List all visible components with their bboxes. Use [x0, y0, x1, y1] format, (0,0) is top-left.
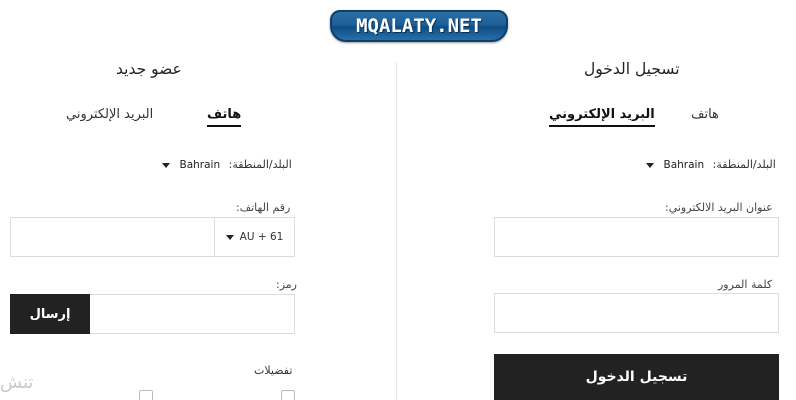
- tab-login-phone[interactable]: هاتف: [691, 107, 719, 122]
- tab-register-phone[interactable]: هاتف: [207, 107, 242, 127]
- caret-down-icon: [225, 234, 234, 240]
- login-region-label: البلد/المنطقة:: [712, 158, 776, 171]
- register-region-label: البلد/المنطقة:: [228, 158, 292, 171]
- login-region-select[interactable]: البلد/المنطقة: Bahrain: [646, 158, 776, 171]
- register-code-label: رمز:: [276, 278, 297, 291]
- caret-down-icon: [646, 162, 654, 168]
- login-email-field[interactable]: [494, 217, 779, 257]
- login-password-label: كلمة المرور: [718, 278, 773, 291]
- register-phone-input[interactable]: [11, 218, 215, 256]
- register-title: عضو جديد: [116, 60, 182, 78]
- login-region-value: Bahrain: [663, 159, 705, 171]
- tab-register-email[interactable]: البريد الإلكتروني: [66, 107, 153, 122]
- login-title: تسجيل الدخول: [584, 60, 680, 78]
- column-divider: [396, 62, 397, 400]
- login-email-input[interactable]: [495, 218, 778, 256]
- register-region-select[interactable]: البلد/المنطقة: Bahrain: [162, 158, 292, 171]
- login-password-input[interactable]: [495, 294, 778, 332]
- send-code-button[interactable]: إرسال: [10, 294, 90, 334]
- logo-text: MQALATY.NET: [356, 15, 482, 37]
- register-phone-field[interactable]: AU + 61: [10, 217, 295, 257]
- faint-text-fragment: تنش: [0, 372, 34, 393]
- register-phone-label: رقم الهاتف:: [236, 201, 291, 214]
- tab-login-email[interactable]: البريد الإلكتروني: [549, 107, 655, 127]
- phone-country-code-select[interactable]: AU + 61: [214, 218, 294, 256]
- site-logo: MQALATY.NET: [330, 10, 508, 42]
- preference-checkbox[interactable]: [281, 390, 295, 400]
- preferences-label: تفضيلات: [254, 364, 293, 377]
- preference-checkbox[interactable]: [139, 390, 153, 400]
- phone-country-code: AU + 61: [239, 231, 284, 243]
- login-email-label: عنوان البريد الالكتروني:: [665, 201, 773, 214]
- login-submit-button[interactable]: تسجيل الدخول: [494, 354, 779, 400]
- register-region-value: Bahrain: [179, 159, 221, 171]
- caret-down-icon: [162, 162, 170, 168]
- login-password-field[interactable]: [494, 293, 779, 333]
